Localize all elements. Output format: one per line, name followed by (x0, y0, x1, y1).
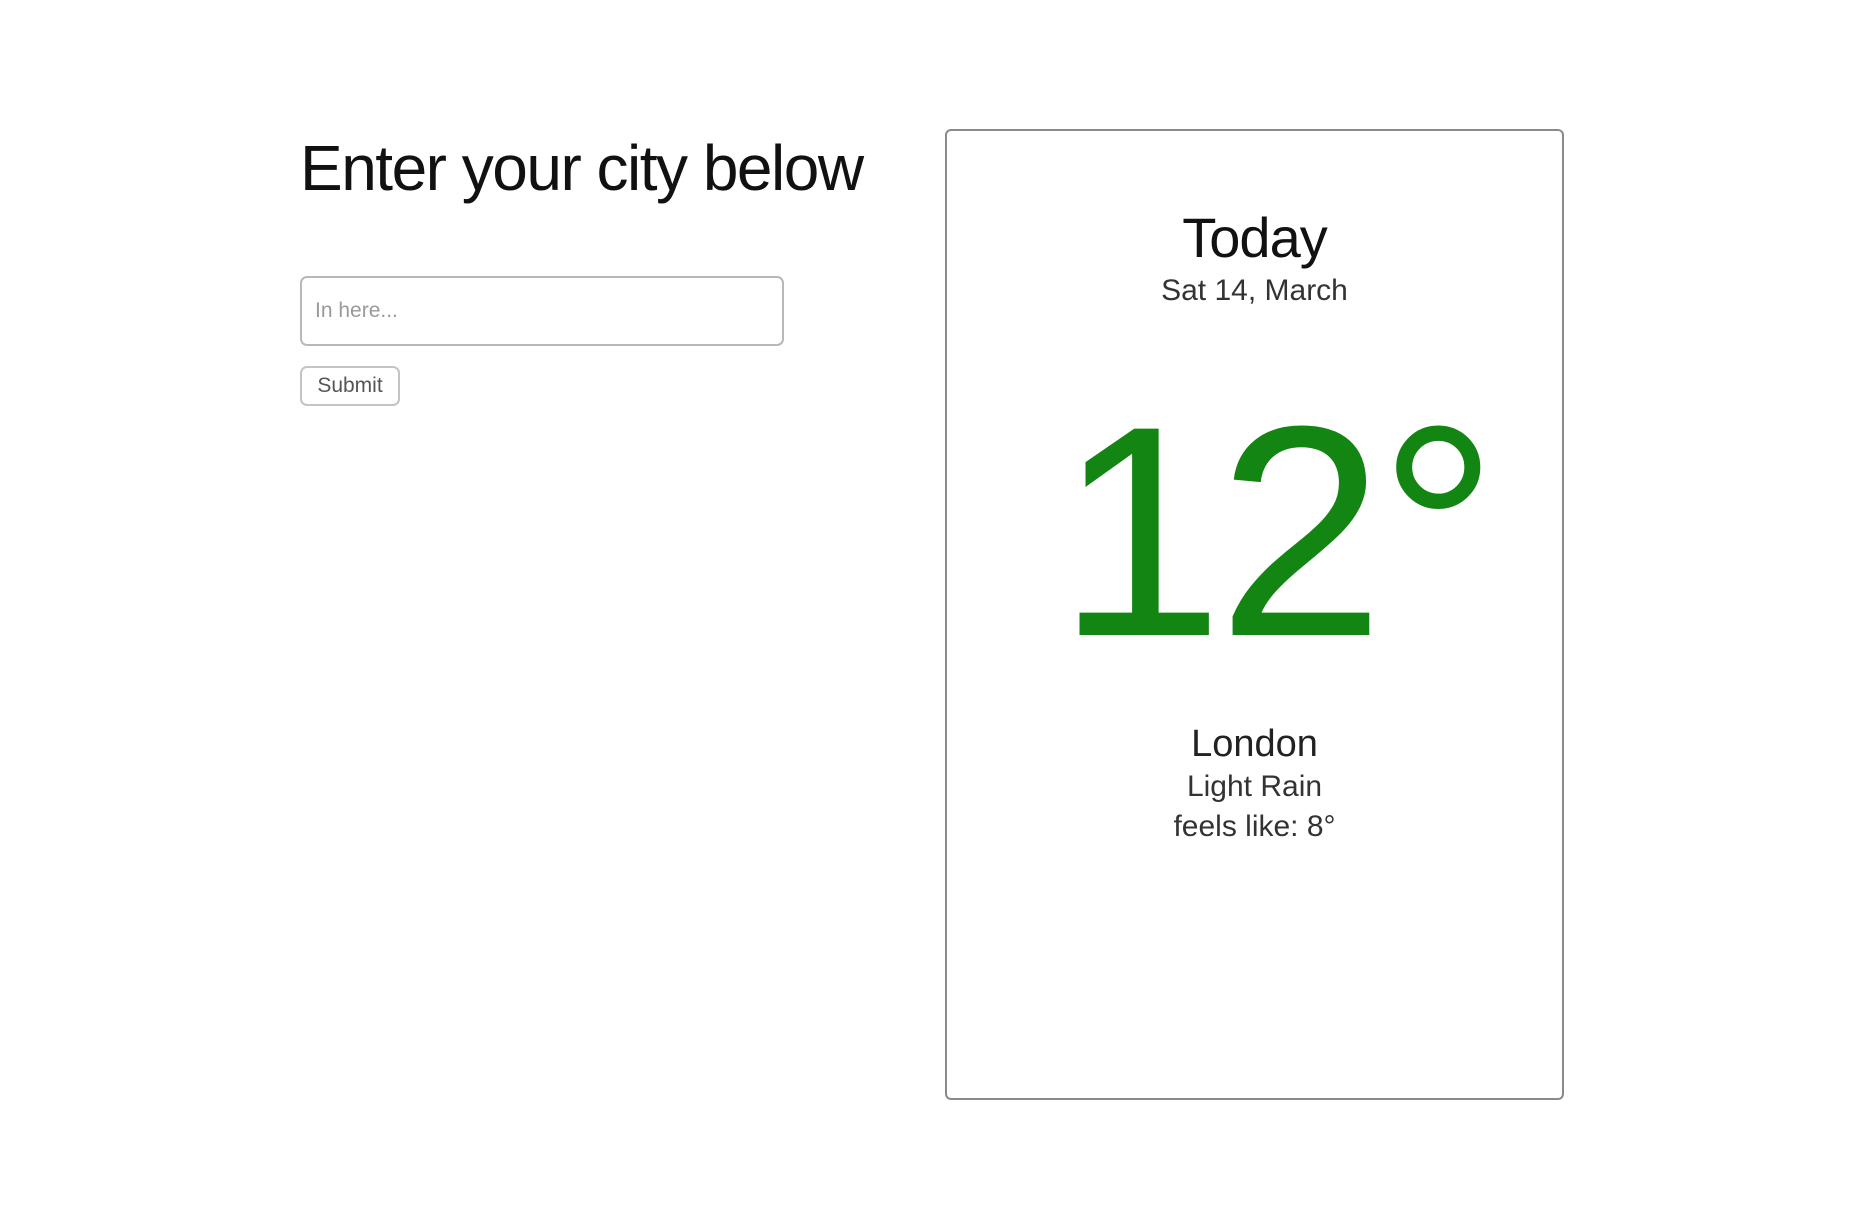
feels-like-temperature: feels like: 8° (1173, 810, 1336, 843)
weather-card-content: Today Sat 14, March 12° London Light Rai… (947, 131, 1562, 1098)
city-name: London (1191, 723, 1318, 765)
day-title: Today (1182, 206, 1327, 269)
weather-app-page: Enter your city below Submit Today Sat 1… (0, 0, 1861, 1227)
weather-condition: Light Rain (1186, 770, 1323, 803)
city-input[interactable] (300, 276, 784, 346)
city-search-panel: Enter your city below Submit (300, 128, 900, 406)
search-heading: Enter your city below (300, 132, 864, 204)
current-temperature: 12° (1056, 363, 1499, 699)
weather-date: Sat 14, March (1161, 274, 1348, 307)
submit-button[interactable]: Submit (300, 366, 400, 406)
weather-card: Today Sat 14, March 12° London Light Rai… (945, 129, 1564, 1100)
